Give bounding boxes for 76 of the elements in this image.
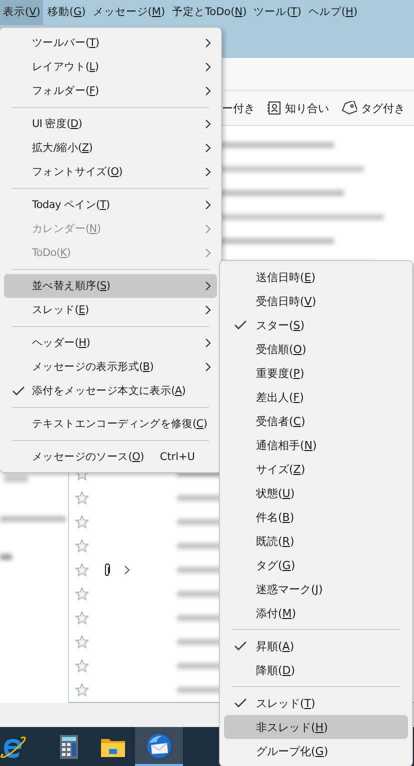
browser-e-icon[interactable] (0, 734, 26, 760)
star-icon[interactable] (74, 515, 88, 529)
menu-item[interactable]: 拡大/縮小(Z) (4, 136, 217, 160)
menu-item[interactable]: スレッド(E) (4, 298, 217, 322)
menu-bar-item[interactable]: 表示(V) (0, 0, 44, 25)
menu-item[interactable]: レイアウト(L) (4, 55, 217, 79)
menu-item[interactable]: 添付(M) (224, 601, 408, 625)
menu-item[interactable]: グループ化(G) (224, 739, 408, 763)
menu-item[interactable]: 迷惑マーク(J) (224, 577, 408, 601)
menu-item[interactable]: スター(S) (224, 313, 408, 337)
menu-item[interactable]: タグ(G) (224, 553, 408, 577)
checkmark-icon (234, 320, 246, 330)
toolbar-button[interactable]: ー付き (222, 100, 255, 116)
menu-item[interactable]: ツールバー(T) (4, 31, 217, 55)
menu-item[interactable]: スレッド(T) (224, 691, 408, 715)
menu-item[interactable]: ヘッダー(H) (4, 331, 217, 355)
toolbar-button[interactable]: タグ付き (341, 100, 405, 116)
menu-bar-item[interactable]: ツール(T) (250, 0, 304, 25)
menu-item[interactable]: 並べ替え順序(S) (4, 274, 217, 298)
star-icon[interactable] (74, 563, 88, 577)
chevron-right-icon (205, 167, 211, 177)
menu-item[interactable]: 受信順(O) (224, 337, 408, 361)
chevron-right-icon (205, 362, 211, 372)
menu-item[interactable]: サイズ(Z) (224, 457, 408, 481)
checkmark-icon (234, 641, 246, 651)
star-icon[interactable] (74, 635, 88, 649)
chevron-right-icon[interactable] (124, 565, 130, 575)
checkmark-icon (12, 386, 24, 396)
menu-bar-item[interactable]: 予定とToDo(N) (169, 0, 250, 25)
star-icon[interactable] (74, 491, 88, 505)
chevron-right-icon (205, 305, 211, 315)
star-icon[interactable] (74, 539, 88, 553)
menu-item[interactable]: 状態(U) (224, 481, 408, 505)
menu-item[interactable]: メッセージの表示形式(B) (4, 355, 217, 379)
menu-bar-item[interactable]: 移動(G) (44, 0, 89, 25)
menu-item[interactable]: UI 密度(D) (4, 112, 217, 136)
chevron-right-icon (205, 200, 211, 210)
menu-item[interactable]: フォントサイズ(O) (4, 160, 217, 184)
folder-icon[interactable] (101, 736, 125, 756)
chevron-right-icon (205, 38, 211, 48)
chevron-right-icon (205, 338, 211, 348)
chevron-right-icon (205, 62, 211, 72)
menu-item[interactable]: 重要度(P) (224, 361, 408, 385)
chevron-right-icon (205, 248, 211, 258)
menu-item[interactable]: 件名(B) (224, 505, 408, 529)
star-icon[interactable] (74, 611, 88, 625)
chevron-right-icon (205, 281, 211, 291)
chevron-right-icon (205, 143, 211, 153)
chevron-right-icon (205, 86, 211, 96)
menu-item[interactable]: フォルダー(F) (4, 79, 217, 103)
menu-item[interactable]: Today ペイン(T) (4, 193, 217, 217)
menu-bar-item[interactable]: メッセージ(M) (90, 0, 168, 25)
star-icon[interactable] (74, 659, 88, 673)
menu-item[interactable]: 受信者(C) (224, 409, 408, 433)
menu-item[interactable]: 添付をメッセージ本文に表示(A) (4, 379, 217, 403)
calculator-icon[interactable] (60, 734, 78, 758)
menu-item[interactable]: 非スレッド(H) (224, 715, 408, 739)
menu-item[interactable]: 通信相手(N) (224, 433, 408, 457)
menu-item[interactable]: 昇順(A) (224, 634, 408, 658)
toolbar-button[interactable]: 知り合い (267, 100, 329, 116)
menu-item[interactable]: 受信日時(V) (224, 289, 408, 313)
menu-item[interactable]: テキストエンコーディングを修復(C) (4, 412, 217, 436)
menu-item[interactable]: 降順(D) (224, 658, 408, 682)
mail-app-icon[interactable] (146, 732, 172, 758)
contact-card-icon (267, 101, 281, 115)
menu-item[interactable]: 既読(R) (224, 529, 408, 553)
checkmark-icon (234, 698, 246, 708)
chevron-right-icon (205, 224, 211, 234)
menu-item[interactable]: 差出人(F) (224, 385, 408, 409)
star-icon[interactable] (74, 587, 88, 601)
chevron-right-icon (205, 119, 211, 129)
star-icon[interactable] (74, 683, 88, 697)
menu-bar-item[interactable]: ヘルプ(H) (305, 0, 360, 25)
menu-item[interactable]: 送信日時(E) (224, 265, 408, 289)
tag-icon (341, 101, 357, 115)
menu-item[interactable]: メッセージのソース(O) Ctrl+U (4, 445, 217, 469)
